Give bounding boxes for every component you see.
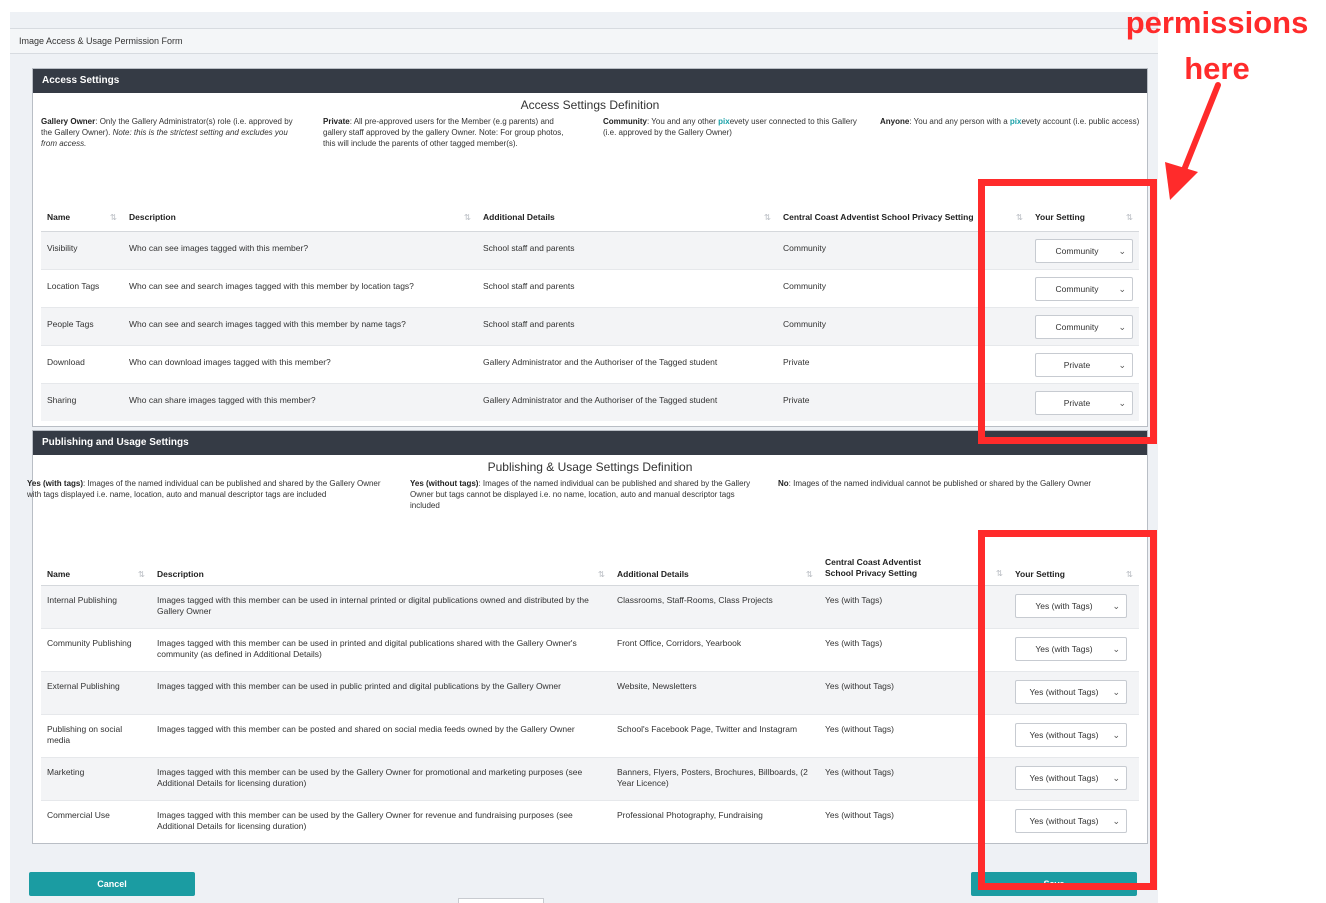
def-yes-without-tags: Yes (without tags): Images of the named …: [410, 479, 751, 510]
table-row: Marketing Images tagged with this member…: [41, 756, 1139, 800]
sort-icon[interactable]: ⇅: [138, 569, 145, 580]
def-gallery-owner: Gallery Owner: Only the Gallery Administ…: [41, 117, 293, 148]
row-description: Who can see and search images tagged wit…: [123, 306, 477, 345]
row-name: Marketing: [41, 756, 151, 800]
row-name: People Tags: [41, 306, 123, 345]
highlight-box-publishing: [978, 530, 1157, 890]
row-details: Website, Newsletters: [611, 670, 819, 714]
def-no: No: Images of the named individual canno…: [778, 479, 1092, 488]
row-description: Images tagged with this member can be us…: [151, 627, 611, 671]
cancel-button[interactable]: Cancel: [29, 872, 195, 896]
sort-icon[interactable]: ⇅: [764, 212, 771, 223]
table-row: Sharing Who can share images tagged with…: [41, 382, 1139, 421]
row-description: Images tagged with this member can be us…: [151, 670, 611, 714]
row-details: School staff and parents: [477, 230, 777, 269]
row-details: School staff and parents: [477, 306, 777, 345]
row-details: Front Office, Corridors, Yearbook: [611, 627, 819, 671]
table-row: Location Tags Who can see and search ima…: [41, 268, 1139, 307]
def-private: Private: All pre-approved users for the …: [323, 117, 564, 148]
publishing-definitions: Yes (with tags): Images of the named ind…: [27, 478, 1147, 524]
row-description: Images tagged with this member can be po…: [151, 713, 611, 757]
access-settings-header: Access Settings: [33, 69, 1147, 93]
column-header-description[interactable]: Description ⇅: [123, 203, 477, 232]
row-description: Images tagged with this member can be us…: [151, 756, 611, 800]
row-name: Download: [41, 344, 123, 383]
row-name: Location Tags: [41, 268, 123, 307]
column-header-description[interactable]: Description ⇅: [151, 545, 611, 586]
row-description: Images tagged with this member can be us…: [151, 799, 611, 843]
row-description: Images tagged with this member can be us…: [151, 584, 611, 628]
row-details: Banners, Flyers, Posters, Brochures, Bil…: [611, 756, 819, 800]
column-header-details[interactable]: Additional Details ⇅: [477, 203, 777, 232]
access-definition-title: Access Settings Definition: [520, 98, 660, 112]
column-header-name[interactable]: Name ⇅: [41, 545, 151, 586]
def-anyone: Anyone: You and any person with a pixeve…: [880, 117, 1140, 126]
table-row: Publishing on social media Images tagged…: [41, 713, 1139, 757]
column-header-details[interactable]: Additional Details ⇅: [611, 545, 819, 586]
def-yes-with-tags: Yes (with tags): Images of the named ind…: [27, 479, 381, 499]
row-name: Sharing: [41, 382, 123, 421]
highlight-box-access: [978, 179, 1157, 444]
row-details: Professional Photography, Fundraising: [611, 799, 819, 843]
form-title: Image Access & Usage Permission Form: [10, 28, 1158, 54]
row-details: School staff and parents: [477, 268, 777, 307]
arrow-icon: [1165, 82, 1221, 200]
sort-icon[interactable]: ⇅: [806, 569, 813, 580]
row-name: External Publishing: [41, 670, 151, 714]
annotation-text: permissions here: [1125, 5, 1309, 86]
table-row: Visibility Who can see images tagged wit…: [41, 230, 1139, 269]
row-details: Gallery Administrator and the Authoriser…: [477, 382, 777, 421]
def-community: Community: You and any other pixevety us…: [603, 117, 857, 137]
table-row: Community Publishing Images tagged with …: [41, 627, 1139, 671]
row-name: Commercial Use: [41, 799, 151, 843]
row-description: Who can see and search images tagged wit…: [123, 268, 477, 307]
sort-icon[interactable]: ⇅: [110, 212, 117, 223]
row-name: Visibility: [41, 230, 123, 269]
row-name: Publishing on social media: [41, 713, 151, 757]
table-row: Commercial Use Images tagged with this m…: [41, 799, 1139, 843]
publishing-table: Name ⇅ Description ⇅ Additional Details ⇅ C…: [41, 545, 1139, 843]
row-description: Who can share images tagged with this me…: [123, 382, 477, 421]
row-details: School's Facebook Page, Twitter and Inst…: [611, 713, 819, 757]
access-table: Name ⇅ Description ⇅ Additional Details ⇅ C…: [41, 203, 1139, 421]
row-details: Gallery Administrator and the Authoriser…: [477, 344, 777, 383]
access-definitions: Gallery Owner: Only the Gallery Administ…: [33, 116, 1147, 172]
row-description: Who can download images tagged with this…: [123, 344, 477, 383]
row-details: Classrooms, Staff-Rooms, Class Projects: [611, 584, 819, 628]
row-name: Internal Publishing: [41, 584, 151, 628]
table-row: External Publishing Images tagged with t…: [41, 670, 1139, 714]
sort-icon[interactable]: ⇅: [598, 569, 605, 580]
publishing-definition-title: Publishing & Usage Settings Definition: [487, 460, 693, 474]
row-description: Who can see images tagged with this memb…: [123, 230, 477, 269]
table-row: People Tags Who can see and search image…: [41, 306, 1139, 345]
column-header-name[interactable]: Name ⇅: [41, 203, 123, 232]
table-row: Internal Publishing Images tagged with t…: [41, 584, 1139, 628]
row-name: Community Publishing: [41, 627, 151, 671]
sort-icon[interactable]: ⇅: [464, 212, 471, 223]
bottom-scroll-tab: [458, 898, 544, 903]
table-row: Download Who can download images tagged …: [41, 344, 1139, 383]
